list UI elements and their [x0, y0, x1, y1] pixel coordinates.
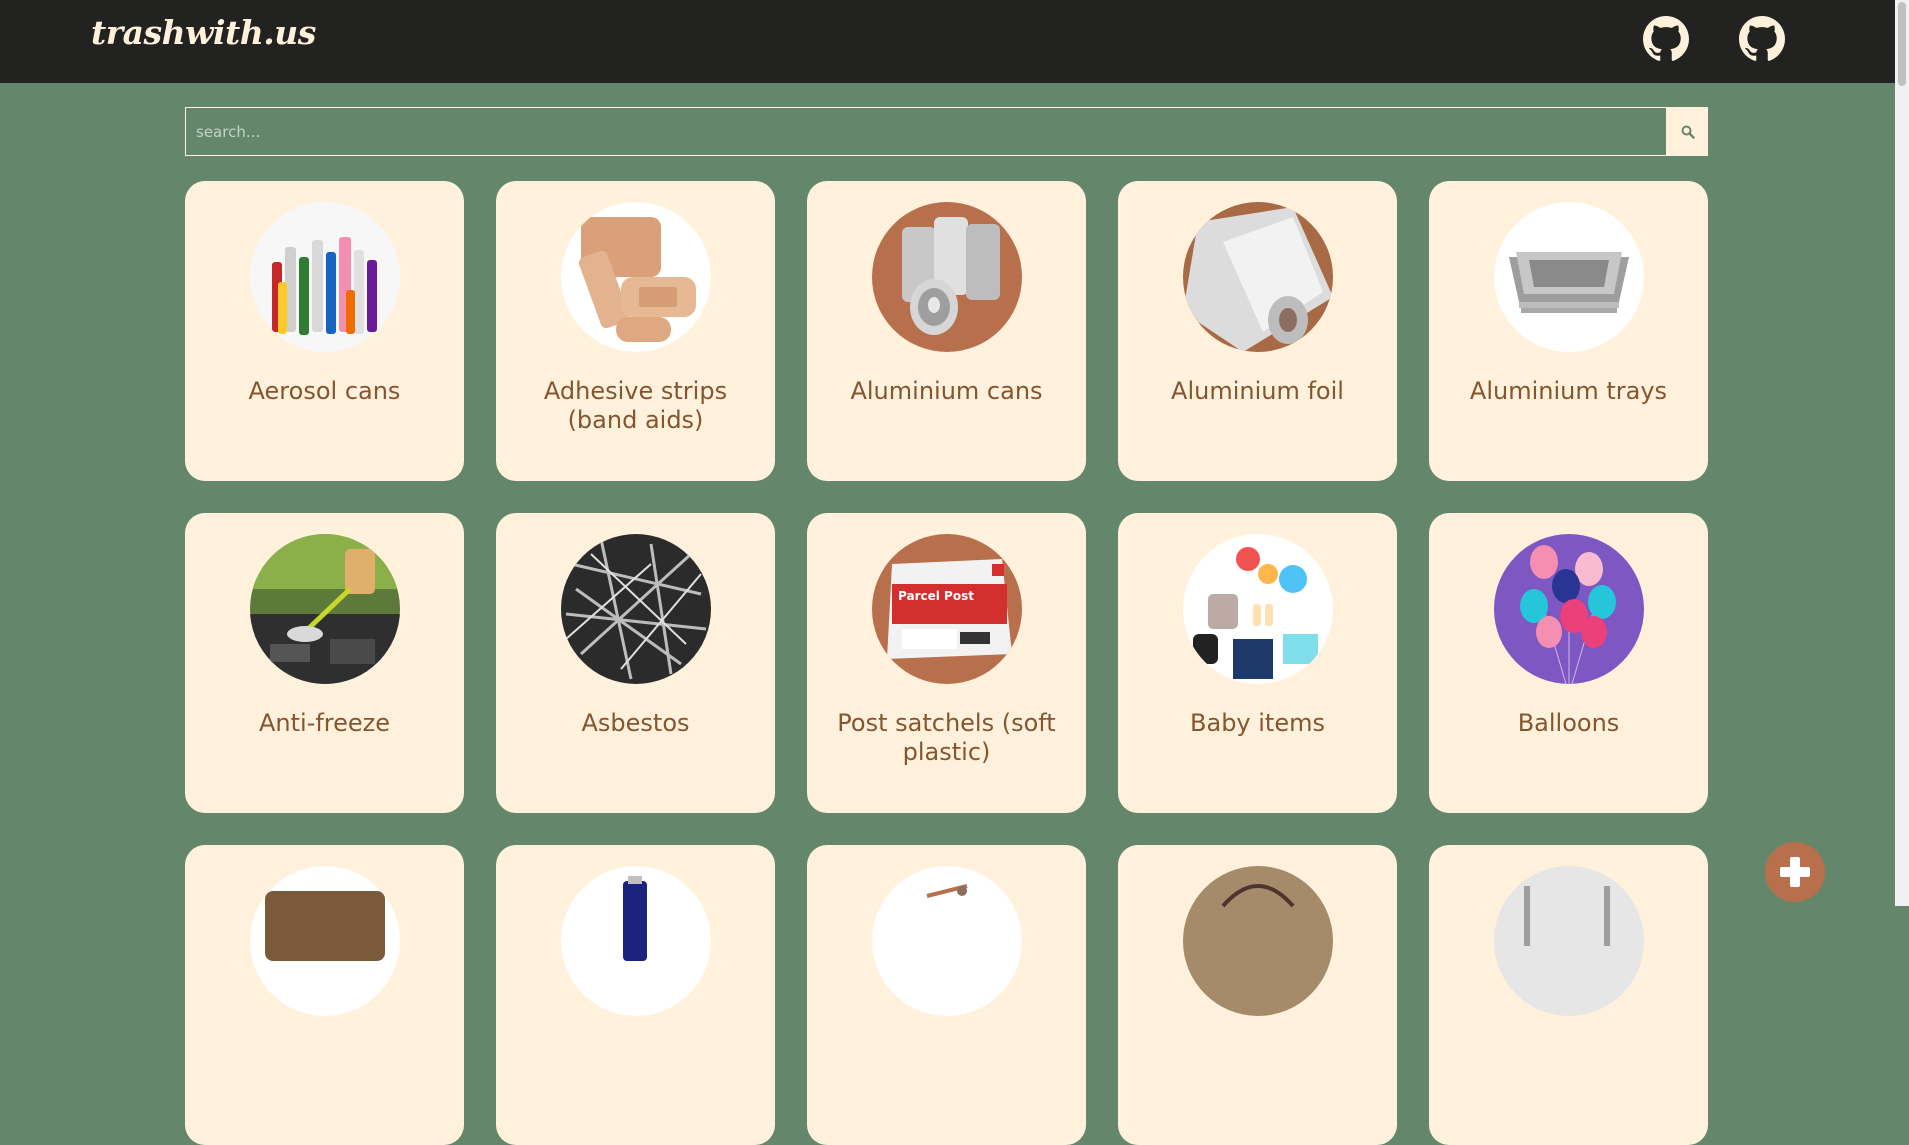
item-label: Balloons [1517, 709, 1620, 737]
item-image: Parcel Post [872, 534, 1022, 684]
plus-icon [1780, 857, 1810, 887]
brand-logo[interactable]: trashwith.us [91, 13, 316, 52]
scrollbar-thumb[interactable] [1898, 2, 1906, 86]
item-image [561, 534, 711, 684]
item-label: Adhesive strips (band aids) [543, 377, 728, 434]
item-card-aerosol-cans[interactable]: Aerosol cans [185, 181, 464, 481]
item-label: Aluminium trays [1469, 377, 1668, 405]
item-label: Aerosol cans [248, 377, 401, 405]
item-image [250, 534, 400, 684]
item-card-post-satchels[interactable]: Parcel Post Post satchels (soft plastic) [807, 513, 1086, 813]
search-bar [185, 107, 1708, 156]
item-image [250, 866, 400, 1016]
item-image [1183, 866, 1333, 1016]
item-image [1494, 534, 1644, 684]
item-label: Aluminium cans [850, 377, 1043, 405]
item-card-aluminium-foil[interactable]: Aluminium foil [1118, 181, 1397, 481]
item-label: Baby items [1190, 709, 1325, 737]
item-label: Post satchels (soft plastic) [837, 709, 1056, 766]
item-card[interactable] [496, 845, 775, 1145]
item-card[interactable] [185, 845, 464, 1145]
item-image [561, 866, 711, 1016]
top-navbar: trashwith.us [0, 0, 1895, 83]
item-image [250, 202, 400, 352]
item-card-aluminium-trays[interactable]: Aluminium trays [1429, 181, 1708, 481]
svg-text:Parcel Post: Parcel Post [898, 589, 974, 603]
search-icon [1681, 125, 1695, 139]
item-card-anti-freeze[interactable]: Anti-freeze [185, 513, 464, 813]
item-card[interactable] [807, 845, 1086, 1145]
add-item-button[interactable] [1765, 842, 1825, 902]
search-input[interactable] [185, 107, 1667, 156]
github-icon [1643, 16, 1689, 61]
item-card-baby-items[interactable]: Baby items [1118, 513, 1397, 813]
item-image [561, 202, 711, 352]
item-card-balloons[interactable]: Balloons [1429, 513, 1708, 813]
item-image [1494, 202, 1644, 352]
item-card-asbestos[interactable]: Asbestos [496, 513, 775, 813]
item-label: Aluminium foil [1171, 377, 1344, 405]
item-image [1494, 866, 1644, 1016]
item-card[interactable] [1429, 845, 1708, 1145]
item-card-aluminium-cans[interactable]: Aluminium cans [807, 181, 1086, 481]
page-scrollbar[interactable] [1895, 0, 1909, 906]
github-link-1[interactable] [1643, 16, 1689, 62]
item-image [1183, 202, 1333, 352]
search-button[interactable] [1667, 107, 1708, 156]
item-card[interactable] [1118, 845, 1397, 1145]
item-image [872, 866, 1022, 1016]
github-link-2[interactable] [1739, 16, 1785, 62]
item-card-adhesive-strips[interactable]: Adhesive strips (band aids) [496, 181, 775, 481]
item-label: Anti-freeze [258, 709, 391, 737]
item-image [1183, 534, 1333, 684]
item-label: Asbestos [581, 709, 690, 737]
github-icon [1739, 16, 1785, 61]
item-image [872, 202, 1022, 352]
